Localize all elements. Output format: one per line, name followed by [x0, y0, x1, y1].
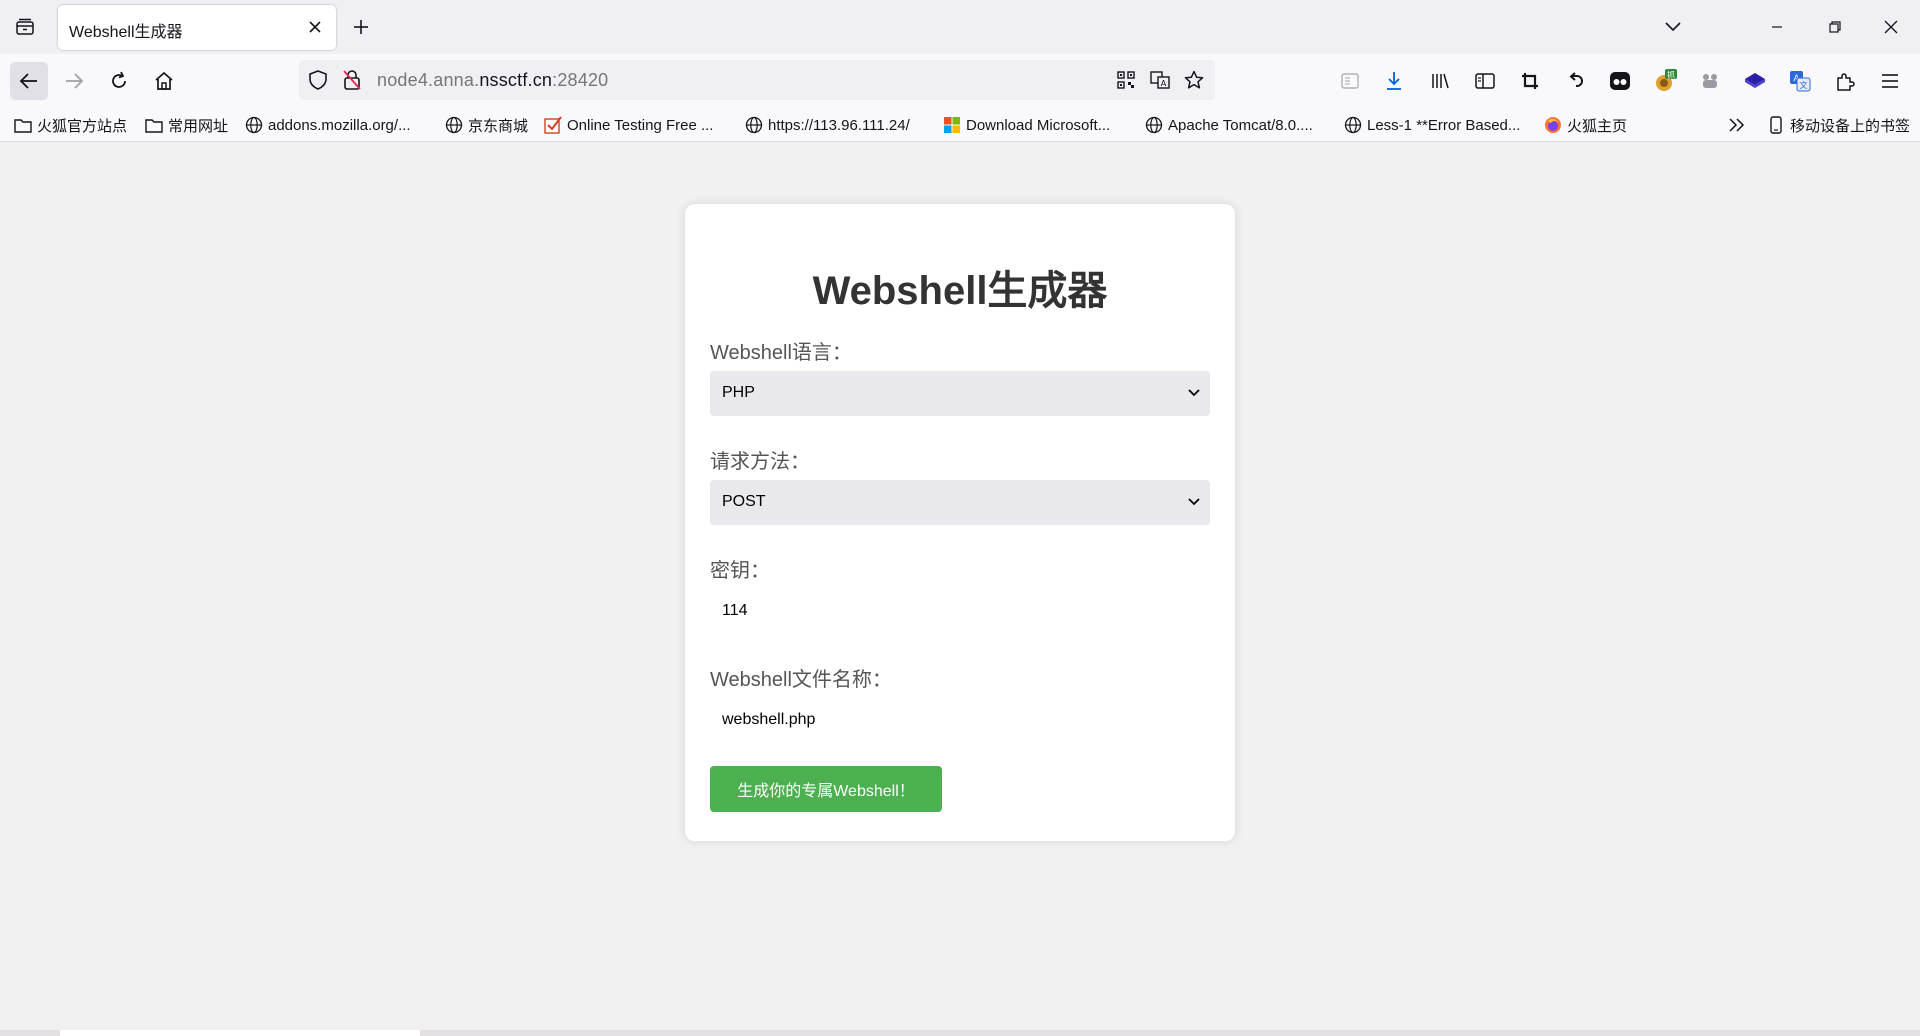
folder-icon: [14, 116, 32, 134]
window-close-icon[interactable]: [1876, 12, 1906, 42]
active-tab[interactable]: Webshell生成器: [58, 5, 336, 50]
navigation-toolbar: node4.anna.nssctf.cn:28420 A 抓 A 文: [0, 54, 1920, 108]
bookmark-label: Download Microsoft...: [966, 116, 1111, 134]
key-input-value: 114: [722, 602, 748, 619]
download-icon[interactable]: [1380, 67, 1408, 95]
bookmark-item[interactable]: Less-1 **Error Based...: [1344, 113, 1520, 137]
extension-mask-icon[interactable]: [1606, 67, 1634, 95]
filename-input-value: webshell.php: [722, 711, 816, 728]
url-port: :28420: [552, 70, 609, 90]
globe-icon: [245, 116, 263, 134]
page-title: Webshell生成器: [812, 269, 1108, 313]
chevron-double-right-icon[interactable]: [1728, 113, 1746, 137]
insecure-lock-icon[interactable]: [341, 69, 363, 91]
method-select-value: POST: [722, 493, 766, 510]
bookmark-item[interactable]: 常用网址: [145, 113, 228, 137]
microsoft-icon: [943, 116, 961, 134]
page-content: Webshell生成器 Webshell语言： PHP 请求方法： POST 密…: [0, 142, 1920, 1036]
shield-icon[interactable]: [307, 69, 329, 91]
extension-layers-icon[interactable]: [1741, 67, 1769, 95]
bookmark-item[interactable]: https://113.96.111.24/: [745, 113, 910, 137]
qr-code-icon[interactable]: [1115, 69, 1137, 91]
key-input[interactable]: 114: [710, 589, 1210, 634]
bookmark-label: Online Testing Free ...: [567, 116, 714, 134]
bookmark-item[interactable]: Apache Tomcat/8.0....: [1145, 113, 1313, 137]
back-arrow-icon[interactable]: [10, 62, 48, 100]
mobile-bookmarks[interactable]: 移动设备上的书签: [1767, 113, 1910, 137]
bookmarks-toolbar: 火狐官方站点 常用网址 addons.mozilla.org/... 京东商城 …: [0, 108, 1920, 142]
method-select[interactable]: POST: [710, 480, 1210, 525]
bookmark-item[interactable]: addons.mozilla.org/...: [245, 113, 411, 137]
svg-text:A: A: [1161, 79, 1167, 88]
browser-window: Webshell生成器 node4.anna.nssctf.cn:28420 A…: [0, 0, 1920, 1036]
filename-label: Webshell文件名称：: [710, 669, 892, 691]
bookmark-label: 火狐主页: [1567, 117, 1628, 135]
extension-puzzle-gray-icon[interactable]: [1696, 67, 1724, 95]
globe-icon: [1145, 116, 1163, 134]
bookmark-label: https://113.96.111.24/: [768, 116, 910, 134]
tab-strip: Webshell生成器: [0, 0, 1920, 54]
address-bar[interactable]: node4.anna.nssctf.cn:28420 A: [299, 60, 1215, 100]
bookmark-item[interactable]: 火狐主页: [1544, 113, 1627, 137]
bookmark-label: Less-1 **Error Based...: [1367, 116, 1521, 134]
language-select-value: PHP: [722, 384, 755, 401]
mobile-bookmarks-label: 移动设备上的书签: [1790, 117, 1911, 135]
bookmark-label: 京东商城: [468, 117, 529, 135]
bookmark-item[interactable]: 火狐官方站点: [14, 113, 127, 137]
extension-translate-icon[interactable]: A文: [1786, 67, 1814, 95]
chevron-down-icon: [1186, 385, 1202, 401]
crop-screenshot-icon[interactable]: [1516, 67, 1544, 95]
bookmark-item[interactable]: 京东商城: [445, 113, 528, 137]
svg-text:文: 文: [1800, 80, 1808, 90]
close-icon[interactable]: [304, 16, 326, 38]
minimize-icon[interactable]: [1762, 12, 1792, 42]
bookmark-star-icon[interactable]: [1183, 69, 1205, 91]
tab-list-icon[interactable]: [12, 14, 38, 40]
scrollbar-thumb[interactable]: [60, 1030, 420, 1036]
folder-icon: [145, 116, 163, 134]
tab-title: Webshell生成器: [69, 24, 183, 41]
method-label: 请求方法：: [710, 451, 810, 473]
language-label: Webshell语言：: [710, 342, 852, 364]
chevron-down-icon[interactable]: [1660, 14, 1686, 40]
translate-icon[interactable]: A: [1149, 69, 1171, 91]
horizontal-scrollbar[interactable]: [0, 1030, 1920, 1036]
checkbox-icon: [544, 116, 562, 134]
extension-grab-icon[interactable]: 抓: [1651, 67, 1679, 95]
restore-icon[interactable]: [1820, 12, 1850, 42]
extensions-puzzle-icon[interactable]: [1831, 67, 1859, 95]
mobile-device-icon: [1767, 116, 1785, 134]
svg-text:抓: 抓: [1667, 70, 1675, 80]
forward-arrow-icon[interactable]: [55, 62, 93, 100]
menu-hamburger-icon[interactable]: [1876, 67, 1904, 95]
sidebar-icon[interactable]: [1471, 67, 1499, 95]
key-label: 密钥：: [710, 560, 770, 582]
globe-icon: [745, 116, 763, 134]
bookmark-label: addons.mozilla.org/...: [268, 116, 411, 134]
bookmark-label: 常用网址: [168, 117, 229, 135]
home-icon[interactable]: [145, 62, 183, 100]
undo-arrow-icon[interactable]: [1561, 67, 1589, 95]
globe-icon: [1344, 116, 1362, 134]
firefox-icon: [1544, 116, 1562, 134]
library-icon[interactable]: [1426, 67, 1454, 95]
bookmark-item[interactable]: Download Microsoft...: [943, 113, 1110, 137]
reader-view-icon[interactable]: [1336, 67, 1364, 95]
bookmark-label: Apache Tomcat/8.0....: [1168, 116, 1313, 134]
new-tab-icon[interactable]: [348, 14, 374, 40]
globe-icon: [445, 116, 463, 134]
url-text[interactable]: node4.anna.nssctf.cn:28420: [377, 70, 608, 91]
generate-webshell-button[interactable]: 生成你的专属Webshell！: [710, 766, 942, 812]
language-select[interactable]: PHP: [710, 371, 1210, 416]
generator-form-card: Webshell生成器 Webshell语言： PHP 请求方法： POST 密…: [685, 204, 1235, 841]
url-domain: nssctf.cn: [479, 70, 553, 90]
url-prefix: node4.anna.: [377, 70, 480, 90]
chevron-down-icon: [1186, 494, 1202, 510]
bookmark-item[interactable]: Online Testing Free ...: [544, 113, 713, 137]
filename-input[interactable]: webshell.php: [710, 698, 1210, 743]
bookmark-label: 火狐官方站点: [37, 117, 128, 135]
reload-icon[interactable]: [100, 62, 138, 100]
